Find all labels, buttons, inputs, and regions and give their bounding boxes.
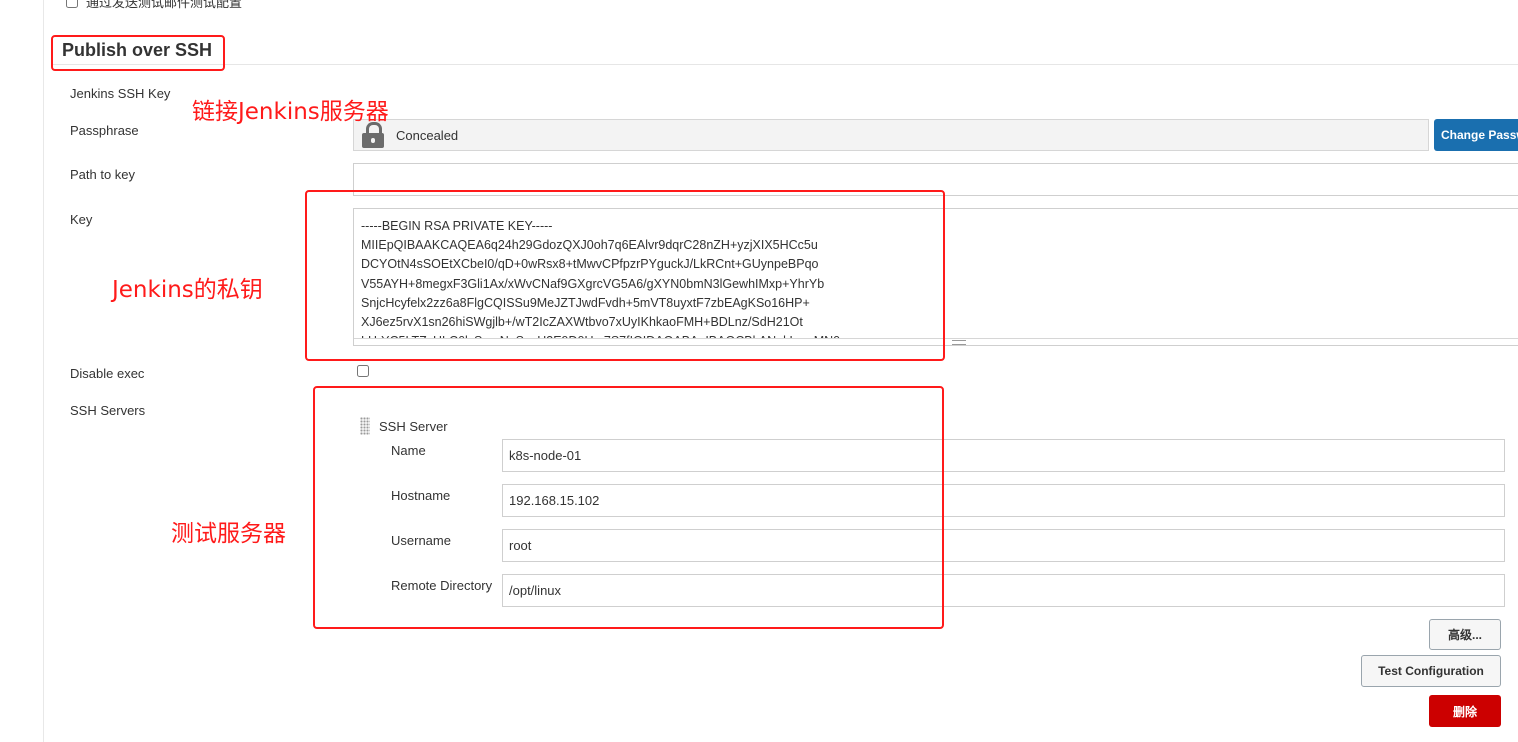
delete-server-button[interactable]: 删除 — [1429, 695, 1501, 727]
annotation-box-title — [51, 35, 225, 71]
page-left-border — [43, 0, 44, 742]
annotation-box-key — [305, 190, 945, 361]
section-divider — [52, 64, 1518, 65]
change-password-button[interactable]: Change Password — [1434, 119, 1518, 151]
disable-exec-label: Disable exec — [70, 366, 145, 381]
advanced-button[interactable]: 高级... — [1429, 619, 1501, 650]
test-mail-option: 通过发送测试邮件测试配置 — [66, 0, 242, 11]
passphrase-value: Concealed — [396, 127, 459, 143]
annotation-private-key: Jenkins的私钥 — [112, 277, 263, 303]
test-mail-checkbox[interactable] — [66, 0, 78, 8]
passphrase-label: Passphrase — [70, 123, 139, 138]
jenkins-ssh-key-label: Jenkins SSH Key — [70, 86, 171, 101]
test-configuration-button[interactable]: Test Configuration — [1361, 655, 1501, 687]
disable-exec-checkbox[interactable] — [357, 365, 369, 377]
path-to-key-label: Path to key — [70, 167, 136, 182]
test-mail-label: 通过发送测试邮件测试配置 — [86, 0, 243, 11]
passphrase-field[interactable]: Concealed — [353, 119, 1429, 151]
key-label: Key — [70, 212, 93, 227]
annotation-box-server — [313, 386, 944, 629]
annotation-jenkins-server: 链接Jenkins服务器 — [192, 99, 389, 125]
ssh-servers-label: SSH Servers — [70, 403, 146, 418]
annotation-test-server: 测试服务器 — [171, 521, 286, 547]
